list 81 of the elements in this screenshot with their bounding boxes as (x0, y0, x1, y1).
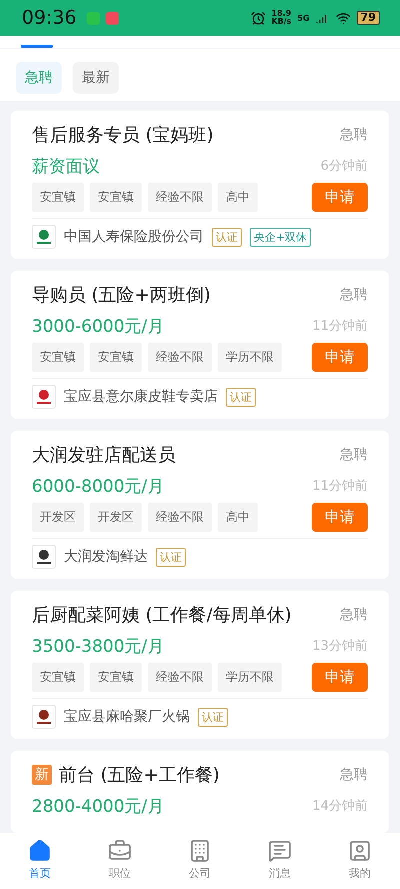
network-speed: 18.9 (272, 10, 292, 18)
company-name: 宝应县意尔康皮鞋专卖店 (64, 388, 218, 406)
post-time: 13分钟前 (312, 638, 368, 655)
job-title: 大润发驻店配送员 (32, 444, 176, 467)
nav-tab[interactable]: 首页 (0, 839, 80, 889)
job-tag: 经验不限 (148, 343, 212, 372)
urgent-label: 急聘 (340, 126, 368, 144)
job-tag: 高中 (218, 183, 258, 212)
nav-tab[interactable]: 职位 (80, 839, 160, 889)
job-card[interactable]: 导购员 (五险+两班倒) 急聘 3000-6000元/月 11分钟前 安宜镇 安宜镇 经验不限 学历不限 申请 宝应县意尔康皮鞋专卖店 认证 (11, 271, 389, 419)
job-tag: 安宜镇 (32, 663, 84, 692)
logo-icon (32, 385, 56, 409)
message-icon (268, 839, 292, 863)
job-tag: 安宜镇 (90, 343, 142, 372)
apply-button[interactable]: 申请 (312, 503, 368, 532)
post-time: 14分钟前 (312, 798, 368, 815)
logo-icon (32, 225, 56, 249)
filter-tab[interactable]: 最新 (73, 62, 119, 94)
job-tag: 经验不限 (148, 663, 212, 692)
company-badge: 认证 (156, 548, 186, 566)
apply-button[interactable]: 申请 (312, 343, 368, 372)
battery-level: 79 (356, 11, 380, 25)
wifi-icon (336, 10, 351, 26)
video-app-icon (106, 12, 119, 24)
salary: 3500-3800元/月 (32, 636, 164, 658)
clock-time: 09:36 (22, 7, 77, 29)
briefcase-icon (108, 839, 132, 863)
company-name: 中国人寿保险股份公司 (64, 228, 204, 246)
company-name: 大润发淘鲜达 (64, 548, 148, 566)
home-icon (28, 839, 52, 863)
job-tag: 学历不限 (218, 343, 282, 372)
company-name: 宝应县麻哈聚厂火锅 (64, 708, 190, 726)
urgent-label: 急聘 (340, 606, 368, 624)
job-tag: 安宜镇 (32, 183, 84, 212)
apply-button[interactable]: 申请 (312, 663, 368, 692)
salary: 薪资面议 (32, 156, 100, 178)
post-time: 11分钟前 (312, 478, 368, 495)
urgent-label: 急聘 (340, 446, 368, 464)
alarm-icon (250, 10, 266, 26)
urgent-label: 急聘 (340, 766, 368, 784)
nav-tab[interactable]: 公司 (160, 839, 240, 889)
job-card[interactable]: 大润发驻店配送员 急聘 6000-8000元/月 11分钟前 开发区 开发区 经验不限 高中 申请 大润发淘鲜达 认证 (11, 431, 389, 579)
company-badge: 认证 (198, 708, 228, 726)
post-time: 11分钟前 (312, 318, 368, 335)
speed-unit: KB/s (272, 18, 292, 26)
company-badge: 认证 (226, 388, 256, 406)
nav-tab[interactable]: 我的 (320, 839, 400, 889)
job-tag: 经验不限 (148, 183, 212, 212)
job-tag: 开发区 (32, 503, 84, 532)
salary: 6000-8000元/月 (32, 476, 164, 498)
profile-icon (348, 839, 372, 863)
job-tag: 安宜镇 (90, 183, 142, 212)
job-card[interactable]: 后厨配菜阿姨 (工作餐/每周单休) 急聘 3500-3800元/月 13分钟前 安宜镇 安宜镇 经验不限 学历不限 申请 宝应县麻哈聚厂火锅 认证 (11, 591, 389, 739)
job-title: 导购员 (五险+两班倒) (32, 284, 211, 307)
job-tag: 安宜镇 (90, 663, 142, 692)
job-title: 前台 (五险+工作餐) (59, 764, 220, 787)
company-badge: 认证 (212, 228, 242, 246)
salary: 3000-6000元/月 (32, 316, 164, 338)
logo-icon (32, 705, 56, 729)
chat-app-icon (86, 12, 100, 24)
job-tag: 开发区 (90, 503, 142, 532)
job-card[interactable]: 售后服务专员 (宝妈班) 急聘 薪资面议 6分钟前 安宜镇 安宜镇 经验不限 高中 申请 中国人寿保险股份公司 认证 央企+双休 (11, 111, 389, 259)
filter-tab[interactable]: 急聘 (16, 62, 62, 94)
apply-button[interactable]: 申请 (312, 183, 368, 212)
nav-tab[interactable]: 消息 (240, 839, 320, 889)
new-badge: 新 (32, 765, 52, 785)
tab-indicator (21, 45, 53, 48)
job-title: 后厨配菜阿姨 (工作餐/每周单休) (32, 604, 292, 627)
network-type: 5G (298, 14, 310, 22)
job-tag: 高中 (218, 503, 258, 532)
urgent-label: 急聘 (340, 286, 368, 304)
job-tag: 学历不限 (218, 663, 282, 692)
job-card[interactable]: 新 前台 (五险+工作餐) 急聘 2800-4000元/月 14分钟前 (11, 751, 389, 833)
post-time: 6分钟前 (320, 158, 368, 175)
building-icon (188, 839, 212, 863)
job-tag: 经验不限 (148, 503, 212, 532)
job-title: 售后服务专员 (宝妈班) (32, 124, 214, 147)
job-tag: 安宜镇 (32, 343, 84, 372)
salary: 2800-4000元/月 (32, 796, 164, 818)
company-badge: 央企+双休 (250, 228, 312, 246)
logo-icon (32, 545, 56, 569)
